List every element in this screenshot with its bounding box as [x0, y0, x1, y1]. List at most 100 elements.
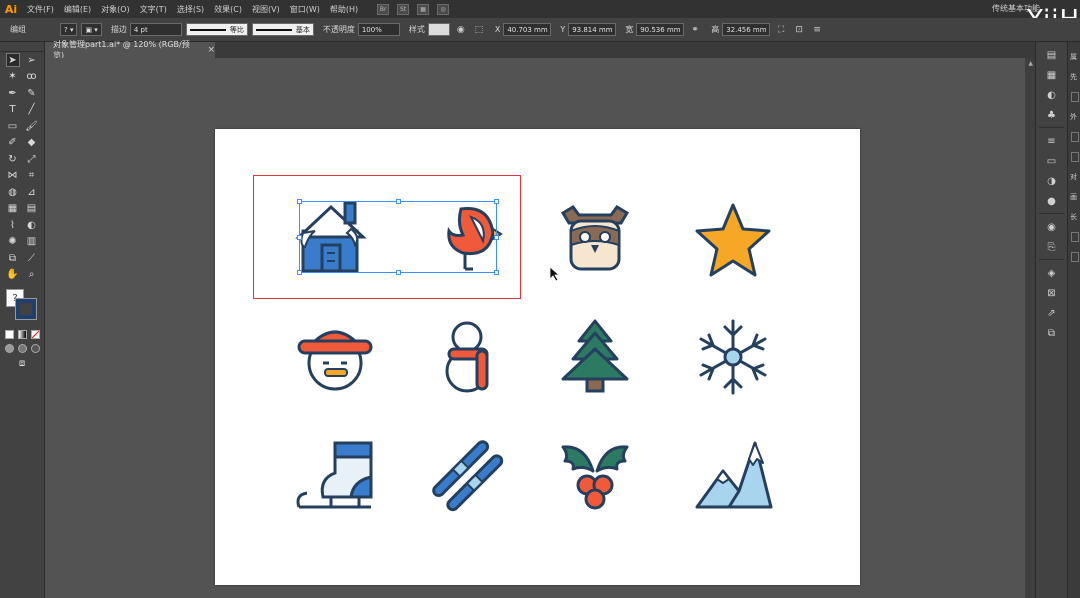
column-graph-tool-icon[interactable]: ▥	[25, 235, 39, 249]
panel-label[interactable]: 对	[1070, 172, 1080, 182]
menu-object[interactable]: 对象(O)	[96, 4, 135, 15]
layers-panel-icon[interactable]: ◈	[1045, 266, 1059, 280]
menu-window[interactable]: 窗口(W)	[285, 4, 325, 15]
panel-swatch[interactable]	[1071, 252, 1079, 262]
scroll-up-icon[interactable]: ▲	[1028, 60, 1033, 67]
width-tool-icon[interactable]: ⋈	[6, 169, 20, 183]
resize-handle[interactable]	[297, 235, 302, 240]
resize-handle[interactable]	[396, 270, 401, 275]
panel-swatch[interactable]	[1071, 152, 1079, 162]
shape-builder-tool-icon[interactable]: ◍	[6, 185, 20, 199]
gradient-mode-button[interactable]	[18, 329, 27, 339]
menu-type[interactable]: 文字(T)	[135, 4, 172, 15]
draw-normal-icon[interactable]	[5, 343, 14, 353]
arrange-panel-icon[interactable]: ⧉	[1045, 326, 1059, 340]
symbols-icon[interactable]: ♣	[1045, 108, 1059, 122]
curvature-tool-icon[interactable]: ✎	[25, 86, 39, 100]
panel-menu-icon[interactable]: ≡	[810, 23, 824, 36]
perspective-grid-tool-icon[interactable]: ⊿	[25, 185, 39, 199]
panel-swatch[interactable]	[1071, 232, 1079, 242]
stock-icon[interactable]: St	[397, 3, 410, 15]
gradient-tool-icon[interactable]: ▤	[25, 202, 39, 216]
resize-handle[interactable]	[297, 270, 302, 275]
transparency-panel-icon[interactable]: ◑	[1045, 174, 1059, 188]
hand-tool-icon[interactable]: ✋	[6, 268, 20, 282]
appearance-panel-icon[interactable]: ●	[1045, 194, 1059, 208]
selection-tool-icon[interactable]: ➤	[5, 53, 20, 68]
screen-mode-icon[interactable]: ⧈	[15, 356, 29, 370]
draw-behind-icon[interactable]	[18, 343, 27, 353]
skis-icon[interactable]	[427, 435, 507, 515]
stroke-weight-field[interactable]: 4 pt	[129, 23, 182, 36]
star-icon[interactable]	[693, 201, 773, 281]
properties-icon[interactable]: ▤	[1045, 48, 1059, 62]
artboard[interactable]	[215, 129, 860, 585]
line-tool-icon[interactable]: ╱	[25, 103, 39, 117]
bridge-icon[interactable]: Br	[377, 3, 390, 15]
owl-icon[interactable]	[555, 197, 635, 277]
transform-icon[interactable]: ⛶	[774, 23, 788, 36]
snowflake-icon[interactable]	[693, 317, 773, 397]
resize-handle[interactable]	[297, 199, 302, 204]
y-position-field[interactable]: 93.814 mm	[568, 23, 617, 36]
isolate-icon[interactable]: ⊡	[792, 23, 806, 36]
zoom-tool-icon[interactable]: ⌕	[25, 268, 39, 282]
panel-label[interactable]: 属	[1070, 52, 1080, 62]
stroke-panel-icon[interactable]: ≡	[1045, 134, 1059, 148]
height-field[interactable]: 32.456 mm	[722, 23, 771, 36]
snowman-scarf-icon[interactable]	[427, 317, 507, 397]
menu-help[interactable]: 帮助(H)	[325, 4, 363, 15]
asset-export-icon[interactable]: ⎘	[1045, 240, 1059, 254]
resize-handle[interactable]	[494, 235, 499, 240]
recolor-artwork-icon[interactable]: ◉	[454, 23, 468, 36]
opacity-field[interactable]: 100%	[357, 23, 400, 36]
constrain-proportions-icon[interactable]: ⚭	[688, 23, 702, 36]
rectangle-tool-icon[interactable]: ▭	[6, 119, 20, 133]
scale-tool-icon[interactable]: ⤢	[25, 152, 39, 166]
gradient-panel-icon[interactable]: ▭	[1045, 154, 1059, 168]
artboards-panel-icon[interactable]: ⊠	[1045, 286, 1059, 300]
snowman-hat-icon[interactable]	[295, 319, 375, 399]
menu-file[interactable]: 文件(F)	[22, 4, 59, 15]
free-transform-tool-icon[interactable]: ⌗	[25, 169, 39, 183]
resize-handle[interactable]	[494, 199, 499, 204]
pine-tree-icon[interactable]	[555, 317, 635, 397]
graphic-styles-icon[interactable]: ◉	[1045, 220, 1059, 234]
graphic-style-picker[interactable]	[427, 23, 450, 36]
arrange-documents-icon[interactable]: ▦	[417, 3, 430, 15]
panel-label[interactable]: 画	[1070, 192, 1080, 202]
eyedropper-tool-icon[interactable]: ⌇	[6, 218, 20, 232]
panel-label[interactable]: 先	[1070, 72, 1080, 82]
color-icon[interactable]: ◐	[1045, 88, 1059, 102]
pen-tool-icon[interactable]: ✒	[6, 86, 20, 100]
shaper-tool-icon[interactable]: ✐	[6, 136, 20, 150]
fill-color-picker[interactable]: ? ▾	[60, 23, 78, 36]
close-tab-icon[interactable]: ×	[207, 45, 215, 55]
panel-swatch[interactable]	[1071, 132, 1079, 142]
blend-tool-icon[interactable]: ◐	[25, 218, 39, 232]
ice-skate-icon[interactable]	[295, 439, 375, 519]
width-field[interactable]: 90.536 mm	[636, 23, 685, 36]
variable-width-profile[interactable]: 等比	[185, 23, 248, 36]
panel-swatch[interactable]	[1071, 92, 1079, 102]
mountain-icon[interactable]	[693, 435, 773, 515]
eraser-tool-icon[interactable]: ◆	[25, 136, 39, 150]
slice-tool-icon[interactable]: ⟋	[25, 251, 39, 265]
selection-bounding-box[interactable]	[297, 199, 499, 275]
none-mode-button[interactable]	[31, 329, 40, 339]
align-to-icon[interactable]: ⬚	[472, 23, 486, 36]
menu-select[interactable]: 选择(S)	[172, 4, 209, 15]
panel-label[interactable]: 外	[1070, 112, 1080, 122]
vertical-scrollbar[interactable]: ▲	[1025, 58, 1035, 598]
holly-icon[interactable]	[555, 435, 635, 515]
resize-handle[interactable]	[396, 199, 401, 204]
menu-view[interactable]: 视图(V)	[247, 4, 285, 15]
canvas-area[interactable]: ▲	[45, 58, 1035, 598]
draw-inside-icon[interactable]	[31, 343, 40, 353]
libraries-icon[interactable]: ▦	[1045, 68, 1059, 82]
paintbrush-tool-icon[interactable]: 🖌	[25, 119, 39, 133]
magic-wand-tool-icon[interactable]: ✶	[6, 70, 20, 84]
opacity-label[interactable]: 不透明度	[323, 24, 355, 35]
direct-selection-tool-icon[interactable]: ➢	[25, 53, 39, 67]
toolbar-grip[interactable]	[0, 42, 44, 52]
